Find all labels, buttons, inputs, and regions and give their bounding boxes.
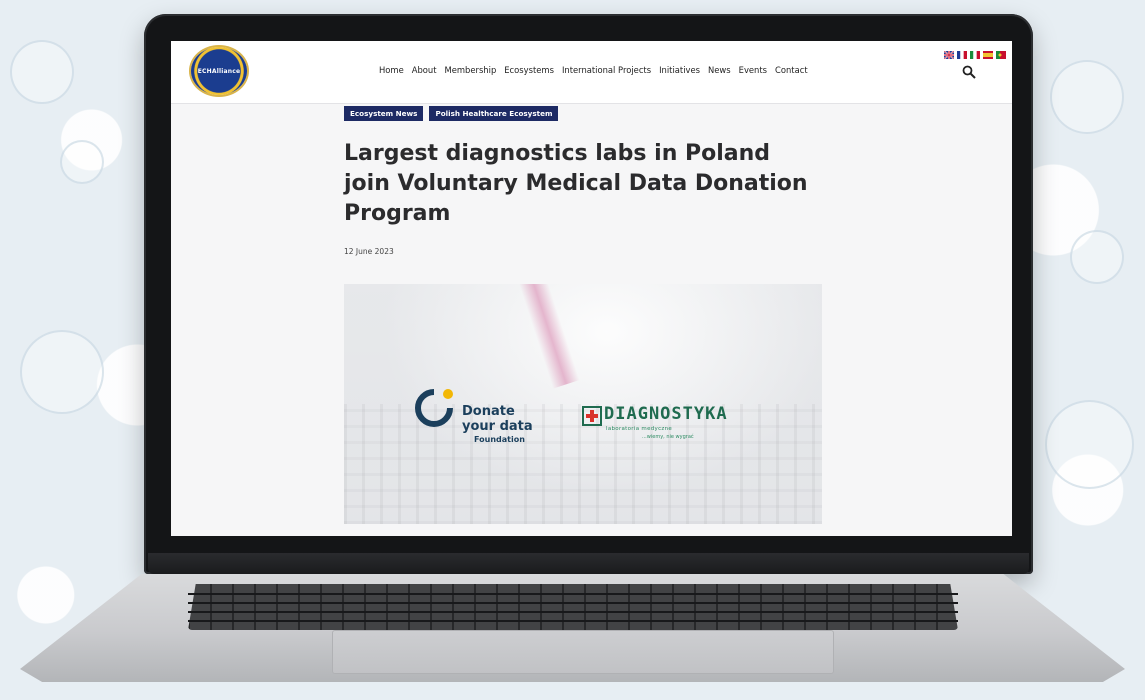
nav-events[interactable]: Events bbox=[739, 65, 767, 75]
site-header: ECHAlliance Home About Membership Ecosys… bbox=[171, 41, 1012, 103]
nav-initiatives[interactable]: Initiatives bbox=[659, 65, 700, 75]
medical-cross-icon bbox=[582, 406, 602, 426]
article-date: 12 June 2023 bbox=[344, 247, 394, 256]
diagnostyka-tagline: laboratoria medyczne bbox=[606, 426, 673, 432]
tag-polish-healthcare-ecosystem[interactable]: Polish Healthcare Ecosystem bbox=[429, 106, 559, 121]
nav-home[interactable]: Home bbox=[379, 65, 404, 75]
diagnostyka-sub: ...wiemy, nie wygrać bbox=[642, 434, 694, 440]
pipette-graphic bbox=[519, 284, 580, 389]
nav-ecosystems[interactable]: Ecosystems bbox=[504, 65, 554, 75]
flag-it-icon[interactable] bbox=[970, 51, 980, 59]
site-logo[interactable]: ECHAlliance bbox=[191, 47, 247, 95]
laptop-bezel bbox=[148, 553, 1029, 574]
dyd-line2: your data bbox=[462, 419, 533, 434]
search-icon[interactable] bbox=[962, 65, 976, 79]
logo-text: ECHAlliance bbox=[197, 67, 241, 75]
flag-pt-icon[interactable] bbox=[996, 51, 1006, 59]
article-tags: Ecosystem News Polish Healthcare Ecosyst… bbox=[344, 106, 559, 121]
laptop-trackpad bbox=[332, 630, 834, 674]
keyboard-rows bbox=[188, 584, 958, 630]
laptop-screen: ECHAlliance Home About Membership Ecosys… bbox=[171, 41, 1012, 536]
diagnostyka-name: DIAGNOSTYKA bbox=[604, 404, 728, 424]
nav-contact[interactable]: Contact bbox=[775, 65, 808, 75]
nav-international-projects[interactable]: International Projects bbox=[562, 65, 651, 75]
nav-news[interactable]: News bbox=[708, 65, 731, 75]
article-title: Largest diagnostics labs in Poland join … bbox=[344, 141, 808, 226]
tag-ecosystem-news[interactable]: Ecosystem News bbox=[344, 106, 424, 121]
main-nav: Home About Membership Ecosystems Interna… bbox=[379, 65, 808, 75]
flag-es-icon[interactable] bbox=[983, 51, 993, 59]
dyd-line3: Foundation bbox=[474, 435, 525, 444]
dyd-line1: Donate bbox=[462, 404, 515, 419]
flag-en-icon[interactable] bbox=[944, 51, 954, 59]
nav-membership[interactable]: Membership bbox=[445, 65, 497, 75]
nav-about[interactable]: About bbox=[412, 65, 437, 75]
article-feature-image: Donate your data Foundation DIAGNOSTYKA … bbox=[344, 284, 822, 524]
donate-your-data-mark-icon bbox=[415, 389, 453, 427]
flag-fr-icon[interactable] bbox=[957, 51, 967, 59]
language-switcher bbox=[944, 51, 1006, 59]
